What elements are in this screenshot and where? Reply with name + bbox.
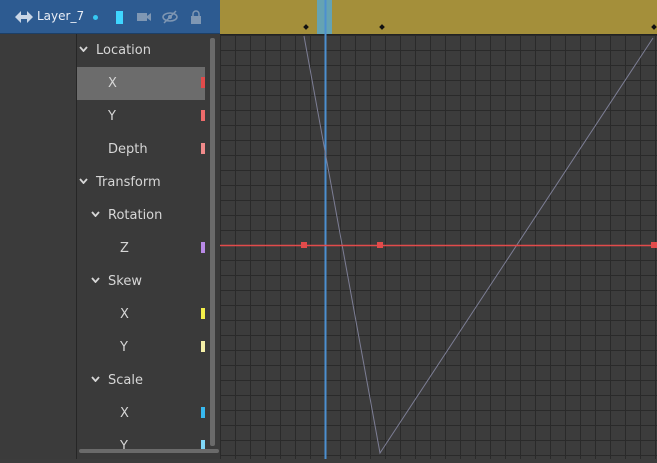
property-row[interactable]: Y xyxy=(77,100,205,133)
property-label: Rotation xyxy=(108,208,163,223)
chevron-down-icon[interactable] xyxy=(91,376,100,382)
camera-icon[interactable] xyxy=(136,10,152,24)
chevron-down-icon[interactable] xyxy=(79,178,88,184)
property-label: Transform xyxy=(96,175,161,190)
curve-color-chip xyxy=(201,308,205,319)
property-row[interactable]: Y xyxy=(77,331,205,364)
chevron-down-icon[interactable] xyxy=(79,46,88,52)
property-row[interactable]: Scale xyxy=(77,364,205,397)
curve-color-chip xyxy=(201,341,205,352)
property-label: Z xyxy=(120,241,129,256)
property-row[interactable]: Transform xyxy=(77,166,205,199)
property-row[interactable]: X xyxy=(77,298,205,331)
property-row[interactable]: X xyxy=(77,397,205,430)
layer-color-swatch[interactable] xyxy=(116,11,123,24)
chevron-down-icon[interactable] xyxy=(91,277,100,283)
property-label: X xyxy=(120,406,129,421)
property-label: Depth xyxy=(108,142,148,157)
property-label: Location xyxy=(96,43,151,58)
property-row[interactable]: Y xyxy=(77,430,205,463)
curve-keyframe-point xyxy=(651,242,657,248)
property-label: Skew xyxy=(108,274,142,289)
property-row[interactable]: Rotation xyxy=(77,199,205,232)
lock-icon[interactable] xyxy=(188,10,204,24)
property-row[interactable]: Depth xyxy=(77,133,205,166)
curve-color-chip xyxy=(201,110,205,121)
chevron-down-icon[interactable] xyxy=(91,211,100,217)
curve-color-chip xyxy=(201,143,205,154)
curve-keyframe-point xyxy=(301,242,307,248)
tween-span-bar xyxy=(220,0,657,34)
property-row[interactable]: Skew xyxy=(77,265,205,298)
property-row[interactable]: Location xyxy=(77,34,205,67)
property-label: X xyxy=(120,307,129,322)
curve-color-chip xyxy=(201,407,205,418)
property-label: Y xyxy=(108,109,116,124)
motion-tween-icon xyxy=(15,11,33,23)
curve-color-chip xyxy=(201,77,205,88)
vertical-scrollbar[interactable] xyxy=(210,38,215,446)
motion-graph[interactable] xyxy=(220,0,657,459)
left-gutter xyxy=(0,34,76,459)
property-label: X xyxy=(108,76,117,91)
visibility-hidden-icon[interactable] xyxy=(162,10,178,24)
layer-name[interactable]: Layer_7 xyxy=(37,9,84,23)
layer-active-dot xyxy=(93,15,98,20)
curve-reference xyxy=(303,35,654,455)
curve-color-chip xyxy=(201,242,205,253)
graph-canvas[interactable] xyxy=(220,0,657,459)
property-row[interactable]: X xyxy=(77,67,205,100)
horizontal-scrollbar[interactable] xyxy=(79,449,219,453)
curve-keyframe-point xyxy=(377,242,383,248)
layer-header[interactable]: Layer_7 xyxy=(0,0,220,34)
property-list: Location X Y Depth Transform Rotation Z Skew X Y S… xyxy=(76,34,220,459)
property-label: Y xyxy=(120,340,128,355)
property-row[interactable]: Z xyxy=(77,232,205,265)
property-label: Scale xyxy=(108,373,143,388)
